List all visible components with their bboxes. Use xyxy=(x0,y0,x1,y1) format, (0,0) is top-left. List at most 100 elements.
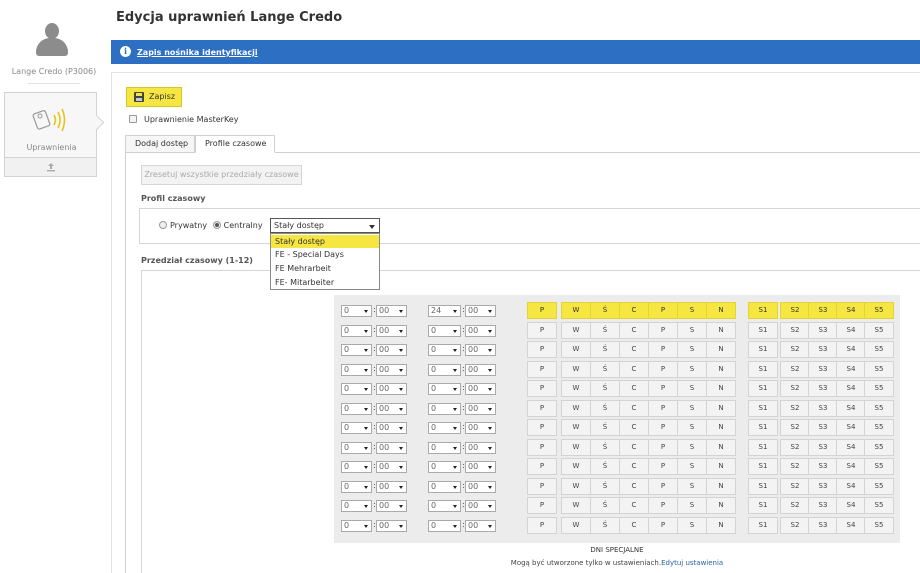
day-toggle-button[interactable]: S xyxy=(677,497,707,514)
to-minute-select[interactable]: 00 xyxy=(465,364,496,376)
special-day-toggle-button[interactable]: S4 xyxy=(836,419,866,436)
special-day-toggle-button[interactable]: S5 xyxy=(864,478,894,495)
day-toggle-button[interactable]: N xyxy=(706,361,736,378)
from-minute-select[interactable]: 00 xyxy=(376,383,407,395)
day-toggle-button[interactable]: P xyxy=(648,517,678,534)
from-hour-select[interactable]: 0 xyxy=(341,383,372,395)
day-toggle-button[interactable]: P xyxy=(648,361,678,378)
day-toggle-button[interactable]: W xyxy=(561,341,591,358)
special-day-toggle-button[interactable]: S3 xyxy=(808,497,838,514)
from-minute-select[interactable]: 00 xyxy=(376,305,407,317)
day-toggle-button[interactable]: S xyxy=(677,419,707,436)
reset-intervals-button[interactable]: Zresetuj wszystkie przedziały czasowe xyxy=(141,165,302,185)
from-minute-select[interactable]: 00 xyxy=(376,461,407,473)
from-hour-select[interactable]: 0 xyxy=(341,325,372,337)
to-minute-select[interactable]: 00 xyxy=(465,383,496,395)
day-toggle-button[interactable]: Ś xyxy=(590,302,620,319)
day-toggle-button[interactable]: N xyxy=(706,458,736,475)
special-day-toggle-button[interactable]: S2 xyxy=(780,419,810,436)
day-toggle-button[interactable]: P xyxy=(648,380,678,397)
from-hour-select[interactable]: 0 xyxy=(341,442,372,454)
day-toggle-button[interactable]: P xyxy=(527,517,557,534)
day-toggle-button[interactable]: S xyxy=(677,478,707,495)
day-toggle-button[interactable]: S xyxy=(677,517,707,534)
day-toggle-button[interactable]: S xyxy=(677,400,707,417)
profile-option[interactable]: FE Mehrarbeit xyxy=(271,262,379,275)
day-toggle-button[interactable]: P xyxy=(648,439,678,456)
day-toggle-button[interactable]: P xyxy=(648,497,678,514)
to-hour-select[interactable]: 0 xyxy=(428,325,461,337)
to-minute-select[interactable]: 00 xyxy=(465,442,496,454)
special-day-toggle-button[interactable]: S5 xyxy=(864,419,894,436)
special-day-toggle-button[interactable]: S2 xyxy=(780,478,810,495)
to-minute-select[interactable]: 00 xyxy=(465,325,496,337)
day-toggle-button[interactable]: W xyxy=(561,517,591,534)
day-toggle-button[interactable]: P xyxy=(527,478,557,495)
to-hour-select[interactable]: 0 xyxy=(428,383,461,395)
special-day-toggle-button[interactable]: S4 xyxy=(836,361,866,378)
to-minute-select[interactable]: 00 xyxy=(465,403,496,415)
special-day-toggle-button[interactable]: S5 xyxy=(864,439,894,456)
special-day-toggle-button[interactable]: S4 xyxy=(836,478,866,495)
special-day-toggle-button[interactable]: S5 xyxy=(864,341,894,358)
upload-tile[interactable] xyxy=(4,158,97,177)
day-toggle-button[interactable]: N xyxy=(706,419,736,436)
special-day-toggle-button[interactable]: S3 xyxy=(808,419,838,436)
from-hour-select[interactable]: 0 xyxy=(341,422,372,434)
day-toggle-button[interactable]: C xyxy=(619,380,649,397)
special-day-toggle-button[interactable]: S2 xyxy=(780,341,810,358)
day-toggle-button[interactable]: P xyxy=(648,400,678,417)
to-hour-select[interactable]: 0 xyxy=(428,364,461,376)
from-hour-select[interactable]: 0 xyxy=(341,461,372,473)
day-toggle-button[interactable]: S xyxy=(677,322,707,339)
central-radio[interactable] xyxy=(212,221,221,229)
profile-option[interactable]: Stały dostęp xyxy=(271,235,379,248)
day-toggle-button[interactable]: P xyxy=(527,419,557,436)
from-minute-select[interactable]: 00 xyxy=(376,481,407,493)
special-day-toggle-button[interactable]: S5 xyxy=(864,302,894,319)
special-day-toggle-button[interactable]: S1 xyxy=(748,478,778,495)
special-day-toggle-button[interactable]: S3 xyxy=(808,302,838,319)
permissions-tile[interactable]: Uprawnienia xyxy=(4,92,97,158)
from-minute-select[interactable]: 00 xyxy=(376,442,407,454)
day-toggle-button[interactable]: P xyxy=(648,419,678,436)
day-toggle-button[interactable]: P xyxy=(648,458,678,475)
from-minute-select[interactable]: 00 xyxy=(376,325,407,337)
day-toggle-button[interactable]: Ś xyxy=(590,517,620,534)
to-hour-select[interactable]: 0 xyxy=(428,461,461,473)
day-toggle-button[interactable]: C xyxy=(619,458,649,475)
day-toggle-button[interactable]: W xyxy=(561,361,591,378)
from-minute-select[interactable]: 00 xyxy=(376,500,407,512)
special-day-toggle-button[interactable]: S3 xyxy=(808,361,838,378)
day-toggle-button[interactable]: Ś xyxy=(590,380,620,397)
day-toggle-button[interactable]: S xyxy=(677,380,707,397)
from-minute-select[interactable]: 00 xyxy=(376,520,407,532)
special-day-toggle-button[interactable]: S5 xyxy=(864,361,894,378)
special-day-toggle-button[interactable]: S5 xyxy=(864,517,894,534)
to-minute-select[interactable]: 00 xyxy=(465,520,496,532)
special-day-toggle-button[interactable]: S1 xyxy=(748,517,778,534)
tab-add-access[interactable]: Dodaj dostęp xyxy=(125,135,195,153)
day-toggle-button[interactable]: Ś xyxy=(590,322,620,339)
special-day-toggle-button[interactable]: S4 xyxy=(836,341,866,358)
special-day-toggle-button[interactable]: S2 xyxy=(780,322,810,339)
special-day-toggle-button[interactable]: S3 xyxy=(808,380,838,397)
day-toggle-button[interactable]: C xyxy=(619,517,649,534)
day-toggle-button[interactable]: C xyxy=(619,302,649,319)
from-hour-select[interactable]: 0 xyxy=(341,364,372,376)
day-toggle-button[interactable]: Ś xyxy=(590,400,620,417)
day-toggle-button[interactable]: Ś xyxy=(590,458,620,475)
special-day-toggle-button[interactable]: S3 xyxy=(808,458,838,475)
day-toggle-button[interactable]: S xyxy=(677,361,707,378)
day-toggle-button[interactable]: C xyxy=(619,439,649,456)
from-hour-select[interactable]: 0 xyxy=(341,481,372,493)
special-day-toggle-button[interactable]: S2 xyxy=(780,400,810,417)
day-toggle-button[interactable]: W xyxy=(561,322,591,339)
day-toggle-button[interactable]: S xyxy=(677,341,707,358)
day-toggle-button[interactable]: C xyxy=(619,497,649,514)
day-toggle-button[interactable]: P xyxy=(527,361,557,378)
day-toggle-button[interactable]: S xyxy=(677,458,707,475)
private-radio[interactable] xyxy=(159,221,167,229)
special-day-toggle-button[interactable]: S1 xyxy=(748,439,778,456)
day-toggle-button[interactable]: W xyxy=(561,302,591,319)
